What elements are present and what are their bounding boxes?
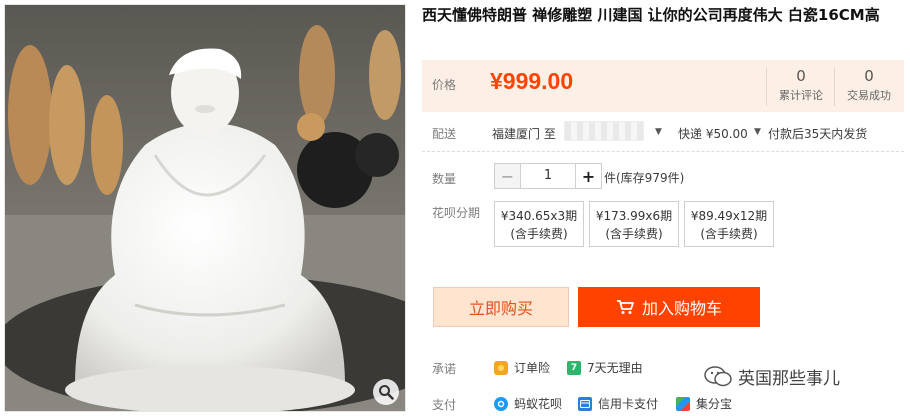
chevron-down-icon[interactable]: ▼ [655,127,662,137]
stat-reviews[interactable]: 0 累计评论 [768,66,834,104]
increment-button[interactable]: + [575,164,601,188]
transactions-label: 交易成功 [847,89,891,102]
quantity-input[interactable]: 1 [521,164,575,188]
chevron-down-icon[interactable]: ▼ [754,127,761,137]
payment-text: 信用卡支付 [598,397,659,411]
decrement-button[interactable]: − [495,164,521,188]
reviews-count: 0 [796,67,806,85]
quantity-label: 数量 [432,172,457,186]
promise-seven-day-return[interactable]: 7 7天无理由 [567,359,643,376]
price-panel: 价格 ¥999.00 0 累计评论 0 交易成功 [422,60,904,112]
delivery-origin: 福建厦门 至 [492,127,556,141]
product-image[interactable] [4,4,406,412]
installment-label: 花呗分期 [432,206,481,220]
cart-icon [616,300,634,314]
watermark: 英国那些事儿 [704,364,840,389]
wechat-icon [704,365,732,386]
installment-amount: ¥340.65x3期 [500,209,578,223]
stat-transactions[interactable]: 0 交易成功 [836,66,902,104]
credit-card-icon [578,396,592,411]
installment-option-6[interactable]: ¥173.99x6期 (含手续费) [589,201,679,247]
price-label: 价格 [432,78,457,92]
add-to-cart-label: 加入购物车 [641,299,722,318]
magnifier-icon [379,385,394,400]
stat-divider [834,68,835,106]
jifenbao-icon [676,396,690,411]
dispatch-note: 付款后35天内发货 [768,127,868,141]
divider [422,151,904,152]
promise-text: 7天无理由 [587,361,643,375]
shield-icon [494,360,508,375]
statue-photo [5,5,405,411]
payment-huabei[interactable]: 蚂蚁花呗 [494,395,562,412]
installment-fee: (含手续费) [605,227,663,241]
buy-now-label: 立即购买 [468,299,533,318]
promise-text: 订单险 [514,361,551,375]
installment-option-3[interactable]: ¥340.65x3期 (含手续费) [494,201,584,247]
installment-amount: ¥173.99x6期 [595,209,673,223]
installment-fee: (含手续费) [700,227,758,241]
price-value: ¥999.00 [490,68,574,94]
promise-label: 承诺 [432,362,457,376]
seven-day-return-icon: 7 [567,360,581,375]
payment-label: 支付 [432,398,457,412]
installment-option-12[interactable]: ¥89.49x12期 (含手续费) [684,201,774,247]
destination-select[interactable] [564,121,644,141]
quantity-stepper: − 1 + [494,163,602,189]
buy-now-button[interactable]: 立即购买 [433,287,569,327]
reviews-label: 累计评论 [779,89,823,102]
add-to-cart-button[interactable]: 加入购物车 [578,287,760,327]
promise-order-insurance[interactable]: 订单险 [494,359,550,376]
payment-text: 集分宝 [696,397,733,411]
payment-credit-card[interactable]: 信用卡支付 [578,395,658,412]
payment-jifenbao[interactable]: 集分宝 [676,395,732,412]
stock-info: 件(库存979件) [604,171,685,185]
shipping-fee: 快递 ¥50.00 [678,127,748,141]
stat-divider [766,68,767,106]
installment-fee: (含手续费) [510,227,568,241]
watermark-text: 英国那些事儿 [738,369,840,389]
delivery-label: 配送 [432,127,457,141]
zoom-button[interactable] [373,379,399,405]
huabei-icon [494,396,508,411]
transactions-count: 0 [864,67,874,85]
product-title: 西天懂佛特朗普 禅修雕塑 川建国 让你的公司再度伟大 白瓷16CM高 [422,6,880,24]
payment-text: 蚂蚁花呗 [514,397,563,411]
installment-amount: ¥89.49x12期 [690,209,768,223]
